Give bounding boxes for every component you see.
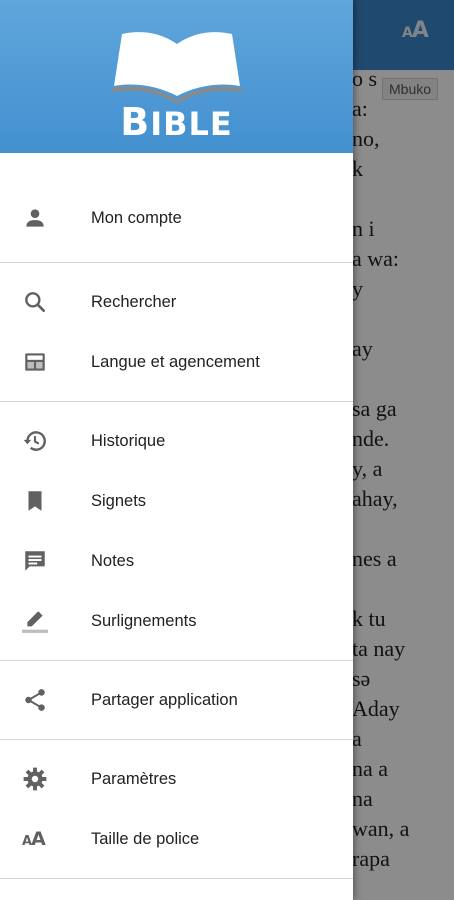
menu-item-label: Signets — [91, 492, 147, 510]
menu-item-label: Partager application — [91, 691, 238, 709]
menu-item-share-app[interactable]: Partager application — [0, 670, 353, 730]
menu-section-share: Partager application — [0, 661, 353, 740]
layout-icon — [25, 353, 45, 371]
drawer-header: BIBLE — [0, 0, 353, 153]
menu-item-highlights[interactable]: Surlignements — [0, 591, 353, 651]
note-icon — [25, 551, 45, 571]
menu-item-history[interactable]: Historique — [0, 411, 353, 471]
menu-section-annotations: Historique Signets Notes Surlignements — [0, 402, 353, 661]
gear-icon — [23, 767, 47, 791]
search-icon — [25, 292, 46, 313]
menu-item-label: Langue et agencement — [91, 353, 260, 371]
navigation-drawer: BIBLE Mon compte Rechercher Langue et ag… — [0, 0, 353, 900]
highlight-pen-icon — [22, 611, 48, 633]
menu-item-label: Taille de police — [91, 830, 200, 848]
menu-section-search: Rechercher Langue et agencement — [0, 263, 353, 402]
menu-item-search[interactable]: Rechercher — [0, 272, 353, 332]
menu-item-settings[interactable]: Paramètres — [0, 749, 353, 809]
person-icon — [26, 209, 44, 227]
menu-item-label: Surlignements — [91, 612, 197, 630]
menu-item-label: Paramètres — [91, 770, 177, 788]
menu-section-settings: Paramètres AA Taille de police — [0, 740, 353, 879]
menu-item-label: Historique — [91, 432, 166, 450]
menu-item-font-size[interactable]: AA Taille de police — [0, 809, 353, 869]
bookmark-icon — [28, 491, 42, 511]
history-icon — [23, 431, 46, 451]
drawer-menu: Mon compte Rechercher Langue et agenceme… — [0, 153, 353, 879]
font-size-icon: AA — [22, 828, 46, 850]
menu-item-language-layout[interactable]: Langue et agencement — [0, 332, 353, 392]
share-icon — [25, 689, 45, 711]
menu-item-label: Notes — [91, 552, 135, 570]
menu-item-account[interactable]: Mon compte — [0, 188, 353, 248]
menu-item-label: Mon compte — [91, 209, 182, 227]
open-book-icon — [112, 32, 242, 104]
app-logo-text: BIBLE — [120, 100, 233, 144]
menu-section-account: Mon compte — [0, 153, 353, 263]
menu-item-notes[interactable]: Notes — [0, 531, 353, 591]
menu-item-bookmarks[interactable]: Signets — [0, 471, 353, 531]
menu-item-label: Rechercher — [91, 293, 177, 311]
